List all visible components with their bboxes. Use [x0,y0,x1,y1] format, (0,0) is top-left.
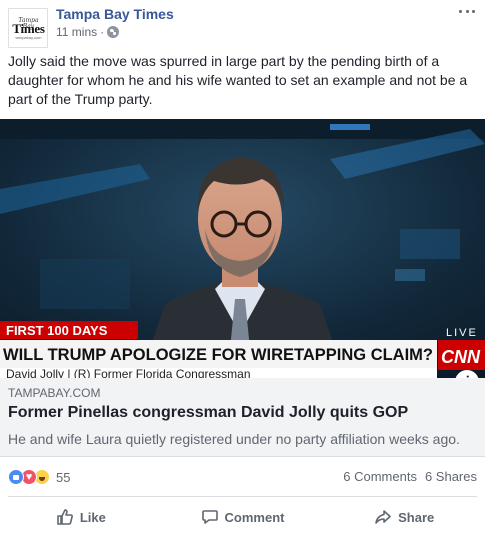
action-divider [8,496,477,497]
avatar-logo-sub: tampabay.com [15,35,42,40]
post-meta: 11 mins · [56,25,120,39]
link-title[interactable]: Former Pinellas congressman David Jolly … [8,404,408,422]
lower-third-text: David Jolly | (R) Former Florida Congres… [6,367,251,378]
like-button[interactable]: Like [0,500,162,534]
link-preview-card[interactable]: TAMPABAY.COM Former Pinellas congressman… [0,378,485,457]
comment-label: Comment [224,509,285,525]
link-domain: TAMPABAY.COM [8,386,101,400]
reactions-summary[interactable]: 55 [8,468,70,486]
post-header: Tampa Bay Times tampabay.com Tampa Bay T… [0,0,485,48]
share-icon [375,510,391,524]
post-text: Jolly said the move was spurred in large… [8,53,468,107]
shares-count-link[interactable]: 6 Shares [425,469,477,484]
share-label: Share [398,509,435,525]
avatar-logo-main: Times [12,21,45,36]
like-label: Like [79,509,106,525]
share-button[interactable]: Share [323,500,485,534]
comments-count-link[interactable]: 6 Comments [343,469,417,484]
headline-text: WILL TRUMP APOLOGIZE FOR WIRETAPPING CLA… [3,345,433,364]
facebook-post: Tampa Bay Times tampabay.com Tampa Bay T… [0,0,485,538]
cnn-logo-text: CNN [441,347,481,367]
engagement-counts: 6 Comments 6 Shares [343,469,477,484]
action-bar: Like Comment Share [0,500,485,534]
news-screenshot: FIRST 100 DAYS WILL TRUMP APOLOGIZE FOR … [0,119,485,378]
link-description: He and wife Laura quietly registered und… [8,431,460,447]
page-avatar[interactable]: Tampa Bay Times tampabay.com [8,8,48,48]
reaction-count: 55 [56,469,71,485]
link-preview-image[interactable]: FIRST 100 DAYS WILL TRUMP APOLOGIZE FOR … [0,119,485,378]
live-label: LIVE [446,327,478,339]
more-options-icon[interactable] [459,6,475,16]
meta-separator: · [100,25,105,39]
thumbs-up-icon [57,509,73,525]
comment-icon [201,510,218,524]
page-name-link[interactable]: Tampa Bay Times [56,6,174,22]
comment-button[interactable]: Comment [162,500,324,534]
banner-top-text: FIRST 100 DAYS [6,323,108,338]
like-reaction-icon [8,469,24,485]
globe-icon[interactable] [107,26,120,38]
post-timestamp[interactable]: 11 mins [56,25,97,39]
